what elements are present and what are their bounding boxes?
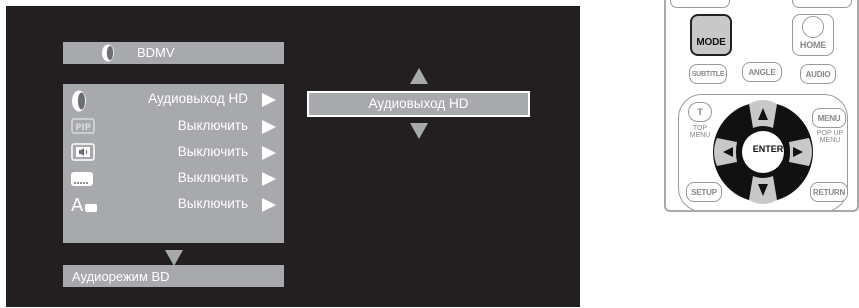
row-hd-audio-output[interactable]: Аудиовыход HD: [63, 87, 284, 113]
disc-audio-icon: [101, 44, 115, 65]
svg-text:PIP: PIP: [75, 123, 91, 133]
popup-menu-label: POP UP MENU: [816, 130, 844, 144]
row-value: Выключить: [177, 170, 248, 185]
subtitle-style-icon: A: [71, 194, 99, 219]
right-arrow-icon: [262, 146, 276, 160]
row-value: Выключить: [177, 118, 248, 133]
row-secondary-audio[interactable]: Выключить: [63, 140, 284, 166]
mode-button[interactable]: MODE: [690, 14, 732, 56]
row-subtitle[interactable]: Выключить: [63, 166, 284, 192]
settings-panel: Аудиовыход HD PIP Выключить Выключить Вы…: [63, 84, 284, 243]
angle-button[interactable]: ANGLE: [742, 62, 782, 82]
option-up-arrow[interactable]: [410, 68, 428, 84]
stage: BDMV Аудиовыход HD PIP Выключить Выключи…: [0, 0, 859, 308]
menu-button[interactable]: MENU: [812, 108, 846, 128]
top-left-button: [670, 0, 730, 8]
audio-button[interactable]: AUDIO: [800, 64, 836, 84]
home-circle-icon: [802, 16, 824, 38]
right-arrow-icon: [262, 93, 276, 107]
row-pip[interactable]: PIP Выключить: [63, 114, 284, 140]
home-label: HOME: [799, 40, 827, 50]
enter-button[interactable]: ENTER: [748, 144, 788, 160]
title-text: BDMV: [137, 45, 175, 60]
t-button[interactable]: T: [688, 102, 712, 122]
row-value: Аудиовыход HD: [148, 91, 248, 106]
row-subtitle-style[interactable]: A Выключить: [63, 192, 284, 218]
secondary-audio-icon: [71, 143, 95, 166]
bottom-label: Аудиорежим BD: [72, 268, 170, 284]
scroll-down-arrow: [165, 250, 183, 266]
subtitle-button[interactable]: SUBTITLE: [689, 64, 727, 84]
pip-icon: PIP: [71, 118, 95, 139]
subtitle-icon: [71, 172, 93, 191]
svg-text:A: A: [71, 195, 84, 214]
row-value: Выключить: [177, 144, 248, 159]
title-bar: BDMV: [63, 42, 284, 64]
row-value: Выключить: [177, 196, 248, 211]
selected-option[interactable]: Аудиовыход HD: [307, 91, 530, 117]
osd-screen: BDMV Аудиовыход HD PIP Выключить Выключи…: [6, 6, 580, 307]
option-down-arrow[interactable]: [410, 123, 428, 139]
speaker-icon: [71, 90, 87, 117]
return-button[interactable]: RETURN: [810, 182, 848, 202]
right-arrow-icon: [262, 120, 276, 134]
remote-control: MODE HOME SUBTITLE ANGLE AUDIO T TOP MEN…: [664, 0, 859, 212]
right-arrow-icon: [262, 198, 276, 212]
right-arrow-icon: [262, 172, 276, 186]
bottom-bar: Аудиорежим BD: [63, 265, 284, 287]
top-right-button: [792, 0, 852, 8]
